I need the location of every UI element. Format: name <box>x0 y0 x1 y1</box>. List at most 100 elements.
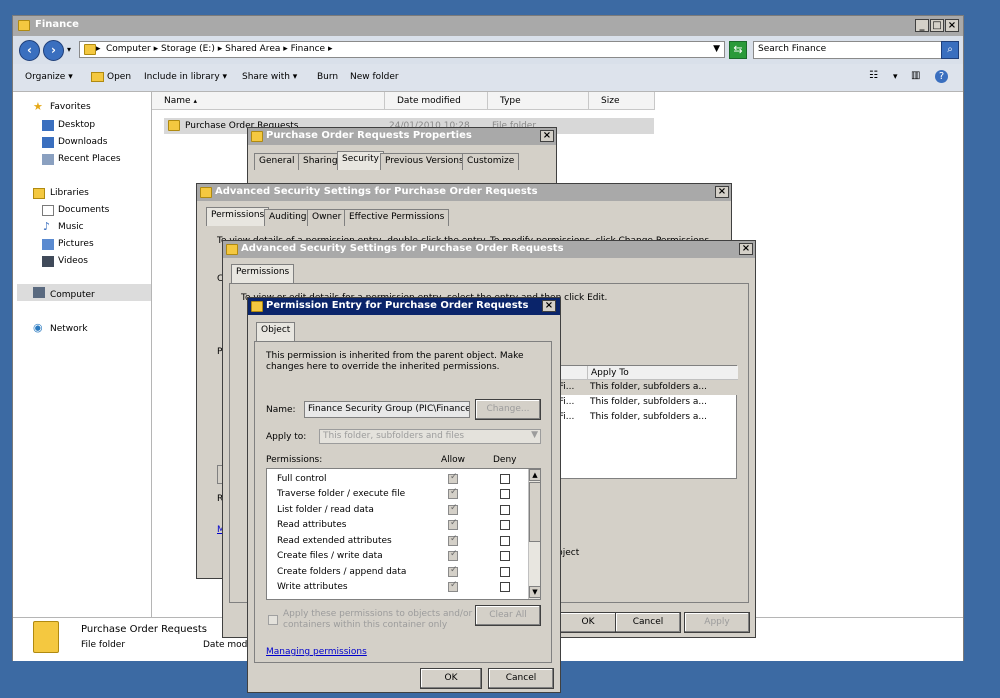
close-icon[interactable]: × <box>542 300 556 312</box>
deny-checkbox[interactable] <box>500 551 510 561</box>
cancel-button[interactable]: Cancel <box>488 668 554 689</box>
close-icon[interactable]: × <box>739 243 753 255</box>
close-icon[interactable]: × <box>715 186 729 198</box>
chevron-down-icon[interactable]: ▾ <box>893 72 898 82</box>
properties-titlebar[interactable]: Purchase Order Requests Properties <box>248 128 556 145</box>
apply-button[interactable]: Apply <box>684 612 750 633</box>
forward-icon[interactable]: › <box>43 40 64 61</box>
tab-sharing[interactable]: Sharing <box>298 153 343 170</box>
allow-checkbox[interactable] <box>448 503 458 515</box>
help-icon[interactable]: ? <box>935 70 948 83</box>
tab-security[interactable]: Security <box>337 151 384 170</box>
preview-pane-icon[interactable]: ▥ <box>911 70 920 81</box>
ok-button[interactable]: OK <box>555 612 621 633</box>
nav-computer[interactable]: Computer <box>50 290 95 300</box>
search-icon[interactable]: ⌕ <box>941 41 959 59</box>
view-options-icon[interactable]: ☷ <box>869 70 878 81</box>
deny-checkbox[interactable] <box>500 489 510 499</box>
tab-auditing[interactable]: Auditing <box>264 209 312 226</box>
apply-to-select[interactable]: This folder, subfolders and files ▼ <box>319 429 541 444</box>
tab-previous-versions[interactable]: Previous Versions <box>380 153 469 170</box>
column-name[interactable]: Name ▴ <box>152 92 385 110</box>
chevron-right-icon[interactable]: ▸ <box>328 44 333 54</box>
managing-permissions-link[interactable]: Managing permissions <box>266 647 367 657</box>
tab-general[interactable]: General <box>254 153 300 170</box>
tab-permissions[interactable]: Permissions <box>206 207 270 226</box>
allow-checkbox[interactable] <box>448 580 458 592</box>
chevron-right-icon[interactable]: ▸ <box>218 44 225 54</box>
open-button[interactable]: Open <box>107 72 131 82</box>
chevron-right-icon[interactable]: ▸ <box>154 44 161 54</box>
deny-checkbox[interactable] <box>500 474 510 484</box>
clear-all-button[interactable]: Clear All <box>475 605 541 626</box>
deny-checkbox[interactable] <box>500 582 510 592</box>
deny-checkbox[interactable] <box>500 567 510 577</box>
allow-checkbox[interactable] <box>448 565 458 577</box>
include-in-library-button[interactable]: Include in library ▾ <box>144 72 227 82</box>
nav-network[interactable]: Network <box>50 324 88 334</box>
scroll-thumb[interactable] <box>529 482 540 542</box>
scroll-down-icon[interactable]: ▼ <box>529 586 540 598</box>
maximize-icon[interactable]: □ <box>930 19 944 32</box>
permission-entry-titlebar[interactable]: Permission Entry for Purchase Order Requ… <box>248 298 560 315</box>
permissions-scrollbar[interactable]: ▲ ▼ <box>528 469 540 599</box>
column-type[interactable]: Type <box>488 92 589 110</box>
allow-checkbox[interactable] <box>448 549 458 561</box>
allow-checkbox[interactable] <box>448 487 458 499</box>
chevron-down-icon[interactable]: ▼ <box>713 44 720 54</box>
deny-checkbox[interactable] <box>500 520 510 530</box>
ok-button[interactable]: OK <box>420 668 482 689</box>
tab-owner[interactable]: Owner <box>307 209 347 226</box>
nav-recent-places[interactable]: Recent Places <box>58 154 121 164</box>
breadcrumb-storage[interactable]: Storage (E:) <box>161 44 215 54</box>
explorer-titlebar[interactable]: Finance <box>13 16 963 36</box>
nav-documents[interactable]: Documents <box>58 205 109 215</box>
advanced-security-titlebar-2[interactable]: Advanced Security Settings for Purchase … <box>223 241 755 258</box>
column-size[interactable]: Size <box>589 92 655 110</box>
tab-object[interactable]: Object <box>256 322 296 341</box>
organize-button[interactable]: Organize ▾ <box>25 72 73 82</box>
address-bar[interactable]: ▸ Computer ▸ Storage (E:) ▸ Shared Area … <box>79 41 725 58</box>
nav-downloads[interactable]: Downloads <box>58 137 107 147</box>
table-row[interactable]: Area\Fi... This folder, subfolders a... <box>532 380 738 395</box>
tab-effective-permissions[interactable]: Effective Permissions <box>344 209 450 226</box>
scroll-up-icon[interactable]: ▲ <box>529 469 540 481</box>
apply-within-container-checkbox[interactable] <box>268 615 278 625</box>
refresh-icon[interactable]: ⇆ <box>729 41 747 59</box>
allow-checkbox[interactable] <box>448 518 458 530</box>
close-icon[interactable]: × <box>945 19 959 32</box>
allow-checkbox[interactable] <box>448 472 458 484</box>
breadcrumb-finance[interactable]: Finance <box>291 44 325 54</box>
breadcrumb-computer[interactable]: Computer <box>106 44 151 54</box>
column-date[interactable]: Date modified <box>385 92 488 110</box>
cancel-button[interactable]: Cancel <box>615 612 681 633</box>
nav-desktop[interactable]: Desktop <box>58 120 95 130</box>
nav-favorites[interactable]: Favorites <box>50 102 91 112</box>
tab-customize[interactable]: Customize <box>462 153 520 170</box>
minimize-icon[interactable]: _ <box>915 19 929 32</box>
back-icon[interactable]: ‹ <box>19 40 40 61</box>
close-icon[interactable]: × <box>540 130 554 142</box>
new-folder-button[interactable]: New folder <box>350 72 399 82</box>
chevron-right-icon[interactable]: ▸ <box>283 44 290 54</box>
nav-libraries[interactable]: Libraries <box>50 188 89 198</box>
table-row[interactable]: Area\Fi... This folder, subfolders a... <box>532 410 738 425</box>
advanced-security-titlebar-1[interactable]: Advanced Security Settings for Purchase … <box>197 184 731 201</box>
allow-checkbox[interactable] <box>448 534 458 546</box>
breadcrumb-shared-area[interactable]: Shared Area <box>225 44 280 54</box>
nav-pictures[interactable]: Pictures <box>58 239 94 249</box>
column-apply-to[interactable]: Apply To <box>588 366 738 380</box>
share-with-button[interactable]: Share with ▾ <box>242 72 297 82</box>
burn-button[interactable]: Burn <box>317 72 338 82</box>
nav-videos[interactable]: Videos <box>58 256 88 266</box>
folder-icon <box>84 44 96 55</box>
change-button[interactable]: Change... <box>475 399 541 420</box>
deny-checkbox[interactable] <box>500 505 510 515</box>
nav-music[interactable]: Music <box>58 222 84 232</box>
name-field[interactable]: Finance Security Group (PIC\Finance Se <box>304 401 470 418</box>
recent-pages-icon[interactable]: ▾ <box>67 45 71 54</box>
table-row[interactable]: Area\Fi... This folder, subfolders a... <box>532 395 738 410</box>
deny-checkbox[interactable] <box>500 536 510 546</box>
tab-permissions-2[interactable]: Permissions <box>231 264 295 283</box>
search-input[interactable]: Search Finance <box>753 41 959 59</box>
